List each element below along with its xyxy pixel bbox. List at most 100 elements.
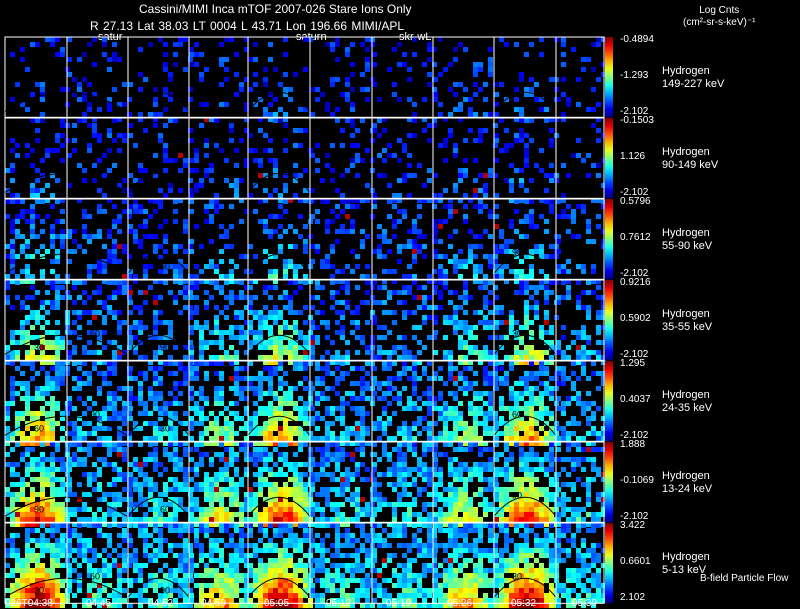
heatmap-cell [350, 366, 355, 371]
heatmap-cell [453, 502, 458, 507]
heatmap-cell [102, 153, 107, 158]
heatmap-cell [239, 447, 244, 452]
heatmap-cell [571, 340, 576, 345]
heatmap-cell [273, 305, 278, 310]
heatmap-cell [315, 158, 320, 163]
heatmap-cell [209, 436, 214, 441]
heatmap-cell [158, 37, 163, 42]
heatmap-cell [407, 401, 412, 406]
heatmap-cell [417, 305, 422, 310]
heatmap-cell [412, 512, 417, 517]
heatmap-cell [377, 300, 382, 305]
heatmap-cell [199, 421, 204, 426]
heatmap-cell [303, 239, 308, 244]
heatmap-cell [87, 123, 92, 128]
heatmap-cell [382, 269, 387, 274]
heatmap-cell [209, 199, 214, 204]
heatmap-cell [483, 401, 488, 406]
heatmap-cell [112, 219, 117, 224]
heatmap-cell [355, 406, 360, 411]
heatmap-cell [72, 406, 77, 411]
heatmap-cell [273, 472, 278, 477]
heatmap-cell [219, 234, 224, 239]
heatmap-cell [438, 492, 443, 497]
heatmap-cell [529, 517, 534, 522]
heatmap-cell [488, 401, 493, 406]
heatmap-cell [35, 467, 40, 472]
heatmap-cell [392, 436, 397, 441]
heatmap-cell [355, 436, 360, 441]
heatmap-cell [45, 320, 50, 325]
heatmap-cell [561, 401, 566, 406]
heatmap-cell [561, 77, 566, 82]
heatmap-cell [55, 512, 60, 517]
heatmap-cell [488, 391, 493, 396]
heatmap-cell [102, 320, 107, 325]
heatmap-cell [229, 138, 234, 143]
heatmap-cell [224, 229, 229, 234]
heatmap-cell [448, 512, 453, 517]
heatmap-cell [283, 269, 288, 274]
heatmap-cell [556, 249, 561, 254]
heatmap-cell [298, 214, 303, 219]
heatmap-cell [591, 426, 596, 431]
heatmap-cell [138, 497, 143, 502]
heatmap-cell [35, 457, 40, 462]
heatmap-cell [25, 517, 30, 522]
heatmap-cell [178, 497, 183, 502]
heatmap-cell [412, 355, 417, 360]
heatmap-cell [199, 462, 204, 467]
heatmap-cell [234, 502, 239, 507]
heatmap-cell [483, 416, 488, 421]
heatmap-cell [143, 128, 148, 133]
heatmap-cell [40, 442, 45, 447]
heatmap-cell [330, 457, 335, 462]
heatmap-cell [102, 512, 107, 517]
heatmap-cell [87, 421, 92, 426]
heatmap-cell [372, 462, 377, 467]
heatmap-cell [20, 47, 25, 52]
heatmap-cell [194, 371, 199, 376]
heatmap-cell [117, 452, 122, 457]
heatmap-cell [87, 320, 92, 325]
heatmap-cell [402, 355, 407, 360]
heatmap-cell [576, 345, 581, 350]
heatmap-cell [499, 274, 504, 279]
heatmap-cell [335, 366, 340, 371]
heatmap-cell [325, 259, 330, 264]
heatmap-cell [199, 325, 204, 330]
heatmap-cell [288, 492, 293, 497]
heatmap-cell [473, 512, 478, 517]
heatmap-cell [45, 183, 50, 188]
heatmap-cell [566, 396, 571, 401]
heatmap-cell [20, 381, 25, 386]
heatmap-cell [350, 457, 355, 462]
heatmap-cell [524, 52, 529, 57]
heatmap-cell [283, 112, 288, 117]
heatmap-cell [30, 118, 35, 123]
heatmap-cell [397, 502, 402, 507]
heatmap-cell [45, 517, 50, 522]
heatmap-cell [417, 396, 422, 401]
heatmap-cell [234, 401, 239, 406]
heatmap-cell [273, 436, 278, 441]
heatmap-cell [488, 416, 493, 421]
heatmap-cell [293, 426, 298, 431]
heatmap-cell [60, 467, 65, 472]
heatmap-cell [273, 112, 278, 117]
heatmap-cell [412, 219, 417, 224]
heatmap-cell [77, 462, 82, 467]
heatmap-cell [377, 254, 382, 259]
heatmap-cell [199, 436, 204, 441]
heatmap-cell [468, 254, 473, 259]
heatmap-cell [443, 487, 448, 492]
heatmap-cell [387, 153, 392, 158]
heatmap-cell [173, 482, 178, 487]
heatmap-cell [283, 87, 288, 92]
heatmap-cell [514, 209, 519, 214]
heatmap-cell [35, 128, 40, 133]
heatmap-cell [102, 426, 107, 431]
heatmap-cell [340, 229, 345, 234]
heatmap-cell [448, 517, 453, 522]
heatmap-cell [320, 436, 325, 441]
